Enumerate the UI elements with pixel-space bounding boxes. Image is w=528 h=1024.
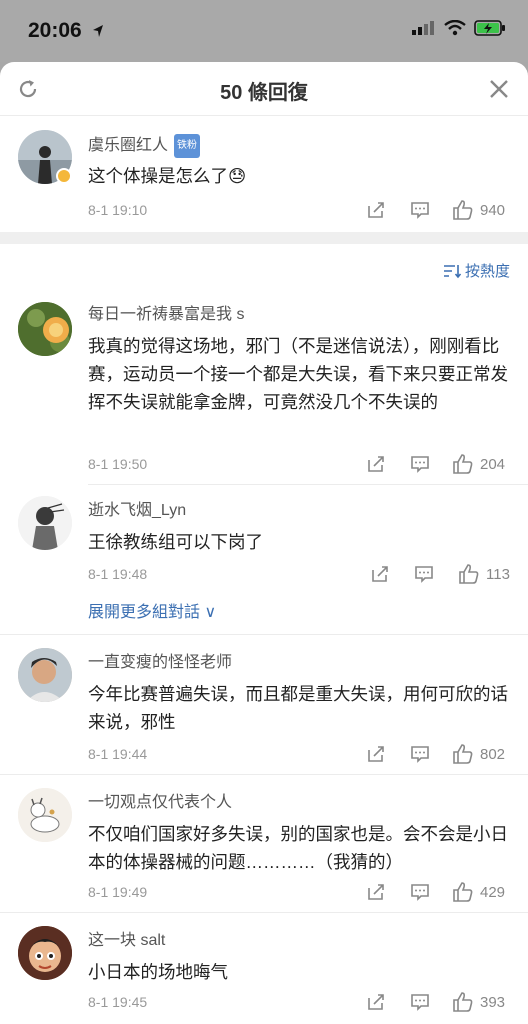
location-arrow-icon xyxy=(93,25,103,37)
username[interactable]: 一切观点仅代表个人 xyxy=(88,792,510,814)
share-button[interactable] xyxy=(366,742,386,766)
comment-time: 8-1 19:50 xyxy=(88,456,148,472)
divider xyxy=(0,774,528,775)
like-count: 204 xyxy=(480,455,506,473)
share-icon xyxy=(368,202,384,218)
username[interactable]: 这一块 salt xyxy=(88,930,510,952)
comment-time: 8-1 19:10 xyxy=(88,202,148,218)
share-button[interactable] xyxy=(366,452,386,476)
divider xyxy=(0,912,528,913)
divider xyxy=(0,634,528,635)
reply-button[interactable] xyxy=(410,742,430,766)
thumbs-up-icon xyxy=(459,564,479,584)
comment-text: 王徐教练组可以下岗了 xyxy=(88,532,263,552)
comment-time: 8-1 19:44 xyxy=(88,746,148,762)
comment-text: 今年比赛普遍失误，而且都是重大失误，用何可欣的话来说，邪性 xyxy=(88,684,508,732)
thumbs-up-icon xyxy=(453,454,473,474)
like-count: 113 xyxy=(486,565,510,583)
comment-meta: 8-1 19:44 802 xyxy=(88,742,510,766)
comment-meta: 8-1 19:48 113 xyxy=(88,562,510,586)
share-button[interactable] xyxy=(370,562,390,586)
expand-conversation-link[interactable]: 展開更多組對話 ∨ xyxy=(88,598,216,622)
status-bar: 20:06 xyxy=(0,0,528,62)
fan-badge: 铁粉 xyxy=(174,134,201,158)
sort-label: 按熱度 xyxy=(464,263,510,280)
comment-meta: 8-1 19:50 204 xyxy=(88,452,510,476)
close-icon[interactable] xyxy=(488,78,510,100)
like-count: 429 xyxy=(480,883,506,901)
share-button[interactable] xyxy=(366,880,386,904)
comments-sheet: 50 條回復 虞乐圈红人 铁粉 这个体操是怎么了😓 8-1 19:10 940 … xyxy=(0,62,528,1024)
comment-icon xyxy=(411,746,429,763)
comment-icon xyxy=(411,884,429,901)
reply-button[interactable] xyxy=(410,198,430,222)
username[interactable]: 每日一祈祷暴富是我 s xyxy=(88,304,510,326)
like-button[interactable]: 113 xyxy=(458,562,510,586)
avatar-person-icon xyxy=(18,648,72,702)
share-icon xyxy=(368,456,384,472)
avatar-character-icon xyxy=(18,926,72,980)
cellular-signal-icon xyxy=(412,21,434,35)
comment-time: 8-1 19:48 xyxy=(88,566,148,582)
like-button[interactable]: 802 xyxy=(452,742,505,766)
comment-time: 8-1 19:45 xyxy=(88,994,148,1010)
comment-meta: 8-1 19:49 429 xyxy=(88,880,510,904)
divider xyxy=(88,484,528,485)
username[interactable]: 虞乐圈红人 xyxy=(88,137,168,154)
battery-icon xyxy=(474,20,505,36)
sort-by-hot-button[interactable]: 按熱度 xyxy=(443,260,510,281)
like-button[interactable]: 429 xyxy=(452,880,505,904)
reply-button[interactable] xyxy=(410,452,430,476)
reply-button[interactable] xyxy=(410,880,430,904)
avatar[interactable] xyxy=(18,496,72,550)
comment-icon xyxy=(411,456,429,473)
username[interactable]: 逝水飞烟_Lyn xyxy=(88,500,510,522)
comment-meta: 8-1 19:10 940 xyxy=(88,198,510,222)
comment-icon xyxy=(415,566,433,583)
share-button[interactable] xyxy=(366,990,386,1014)
reply-button[interactable] xyxy=(414,562,434,586)
comment-icon xyxy=(411,994,429,1011)
like-count: 393 xyxy=(480,993,506,1011)
comment-icon xyxy=(411,202,429,219)
verified-badge-icon xyxy=(56,168,72,184)
thumbs-up-icon xyxy=(453,882,473,902)
comment-text: 小日本的场地晦气 xyxy=(88,962,228,982)
top-comment: 虞乐圈红人 铁粉 这个体操是怎么了😓 8-1 19:10 940 xyxy=(0,116,528,232)
avatar[interactable] xyxy=(18,926,72,980)
avatar-food-icon xyxy=(18,302,72,356)
like-count: 940 xyxy=(480,201,506,219)
comment-text: 这个体操是怎么了😓 xyxy=(88,166,247,186)
share-icon xyxy=(368,884,384,900)
sort-icon xyxy=(443,264,461,278)
like-button[interactable]: 204 xyxy=(452,452,505,476)
section-divider xyxy=(0,232,528,244)
thumbs-up-icon xyxy=(453,744,473,764)
like-button[interactable]: 393 xyxy=(452,990,505,1014)
like-button[interactable]: 940 xyxy=(452,198,505,222)
wifi-icon xyxy=(444,20,466,36)
sheet-title: 50 條回復 xyxy=(220,82,308,104)
avatar-sketch-icon xyxy=(18,496,72,550)
comment-time: 8-1 19:49 xyxy=(88,884,148,900)
status-time: 20:06 xyxy=(28,19,82,42)
avatar[interactable] xyxy=(18,648,72,702)
username[interactable]: 一直变瘦的怪怪老师 xyxy=(88,652,510,674)
comment-text: 我真的觉得这场地，邪门（不是迷信说法），刚刚看比赛，运动员一个接一个都是大失误，… xyxy=(88,336,508,412)
reply-button[interactable] xyxy=(410,990,430,1014)
avatar-cartoon-icon xyxy=(18,788,72,842)
thumbs-up-icon xyxy=(453,992,473,1012)
comment-meta: 8-1 19:45 393 xyxy=(88,990,510,1014)
avatar[interactable] xyxy=(18,788,72,842)
avatar[interactable] xyxy=(18,302,72,356)
comment-text: 不仅咱们国家好多失误，别的国家也是。会不会是小日本的体操器械的问题…………（我猜… xyxy=(88,824,508,872)
like-count: 802 xyxy=(480,745,506,763)
sheet-header: 50 條回復 xyxy=(0,62,528,116)
share-icon xyxy=(368,746,384,762)
share-icon xyxy=(368,994,384,1010)
share-button[interactable] xyxy=(366,198,386,222)
share-icon xyxy=(372,566,388,582)
thumbs-up-icon xyxy=(453,200,473,220)
